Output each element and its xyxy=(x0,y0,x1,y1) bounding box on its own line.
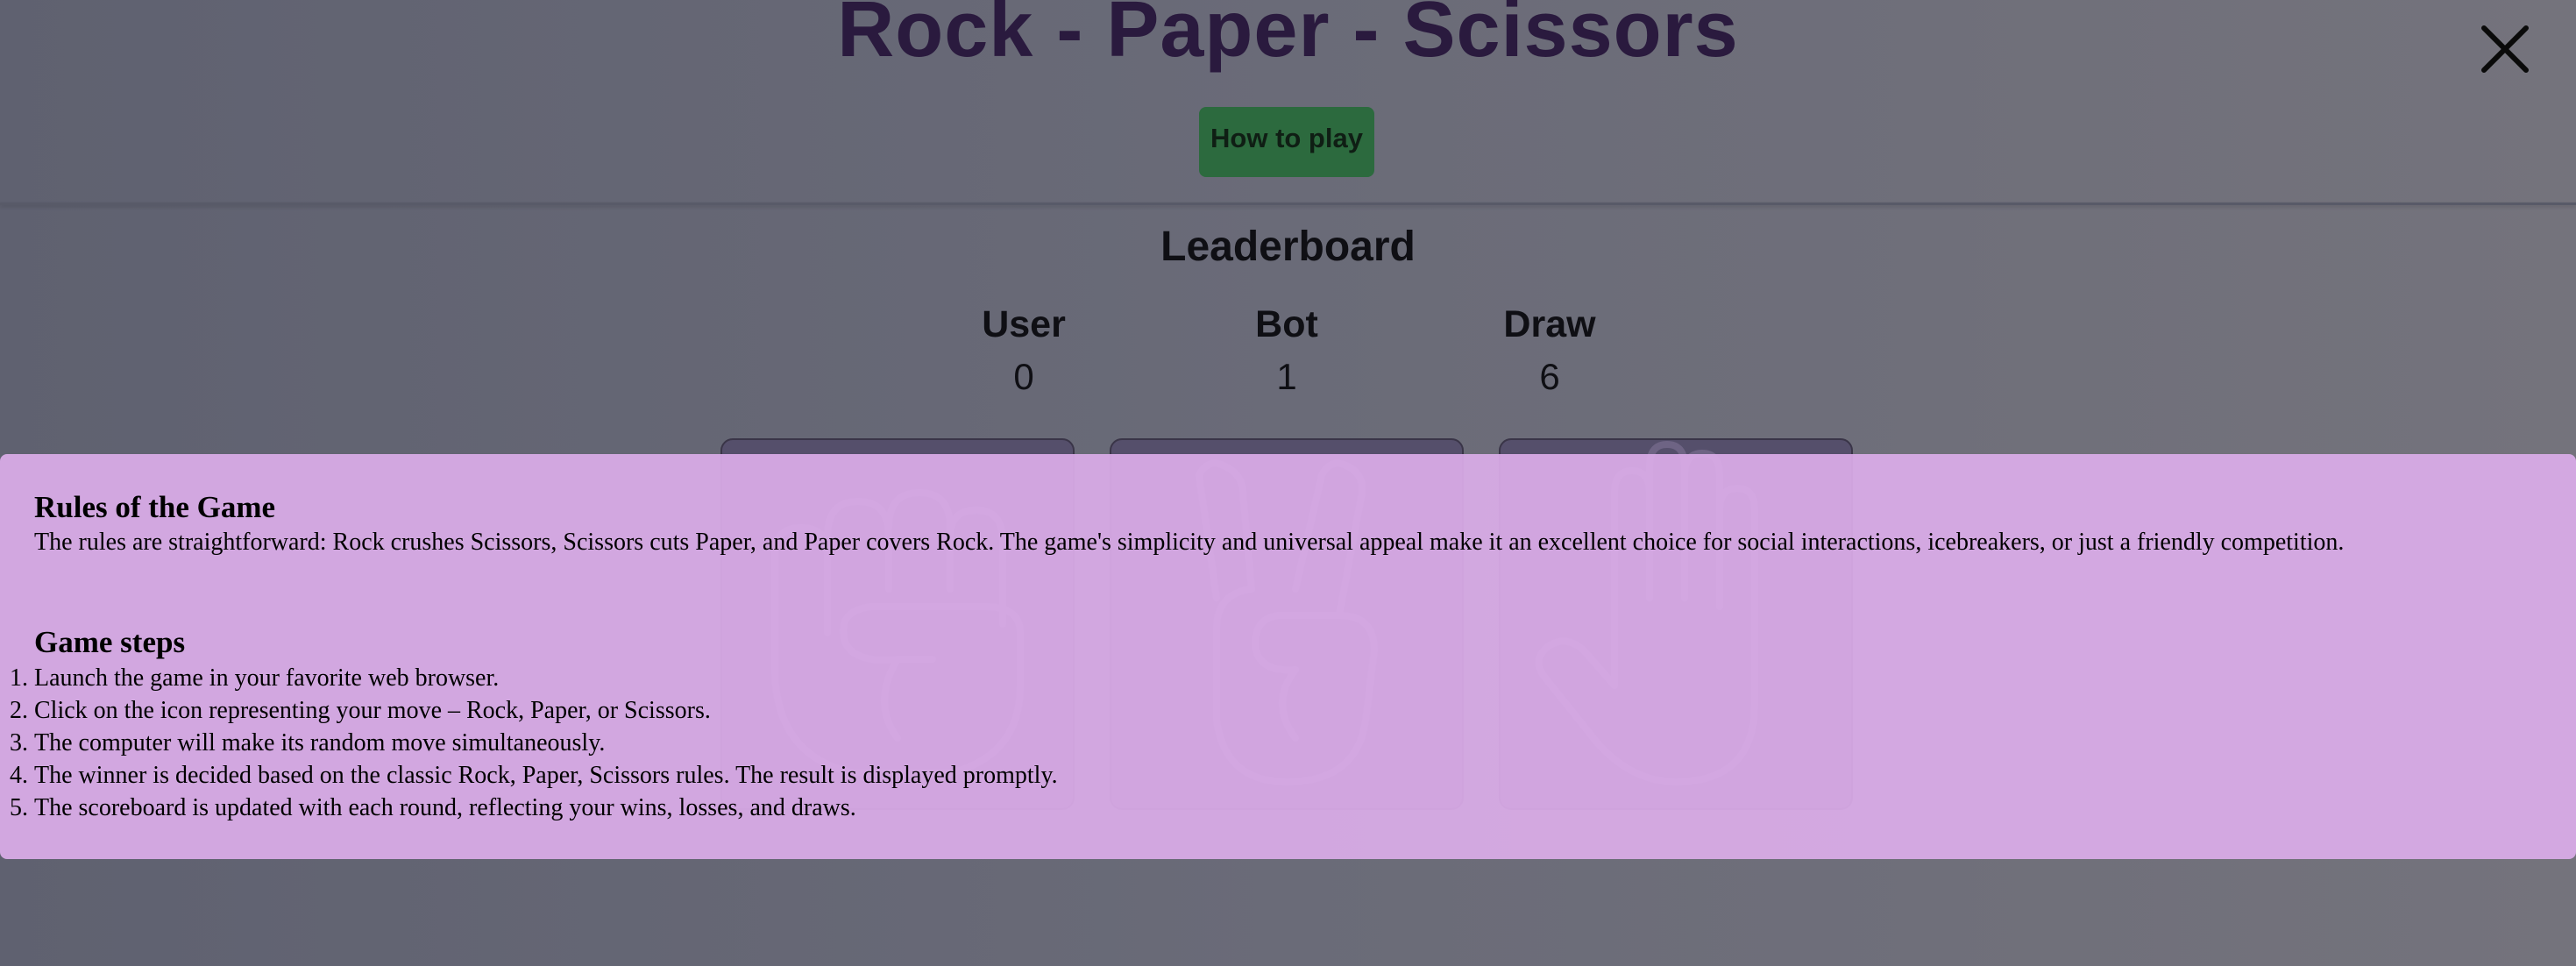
list-item: Click on the icon representing your move… xyxy=(34,694,1058,727)
score-value: 6 xyxy=(1539,356,1560,397)
score-draw: Draw 6 xyxy=(1462,300,1637,401)
score-value: 1 xyxy=(1276,356,1297,397)
list-item: The winner is decided based on the class… xyxy=(34,759,1058,792)
how-to-play-modal: Rules of the Game The rules are straight… xyxy=(0,454,2576,859)
score-value: 0 xyxy=(1013,356,1034,397)
score-label: Bot xyxy=(1255,303,1318,345)
header-divider xyxy=(0,202,2576,205)
rules-heading: Rules of the Game xyxy=(34,490,276,524)
list-item: Launch the game in your favorite web bro… xyxy=(34,662,1058,694)
rules-text: The rules are straightforward: Rock crus… xyxy=(34,529,2345,556)
list-item: The scoreboard is updated with each roun… xyxy=(34,792,1058,824)
how-to-play-button[interactable]: How to play xyxy=(1199,107,1374,177)
close-icon[interactable] xyxy=(2479,23,2531,75)
score-user: User 0 xyxy=(936,300,1111,401)
score-label: User xyxy=(982,303,1066,345)
steps-heading: Game steps xyxy=(34,625,186,659)
score-label: Draw xyxy=(1503,303,1596,345)
page-title: Rock - Paper - Scissors xyxy=(837,0,1739,74)
score-bot: Bot 1 xyxy=(1199,300,1374,401)
leaderboard-title: Leaderboard xyxy=(1160,224,1416,270)
list-item: The computer will make its random move s… xyxy=(34,727,1058,759)
steps-list: Launch the game in your favorite web bro… xyxy=(0,662,1058,824)
